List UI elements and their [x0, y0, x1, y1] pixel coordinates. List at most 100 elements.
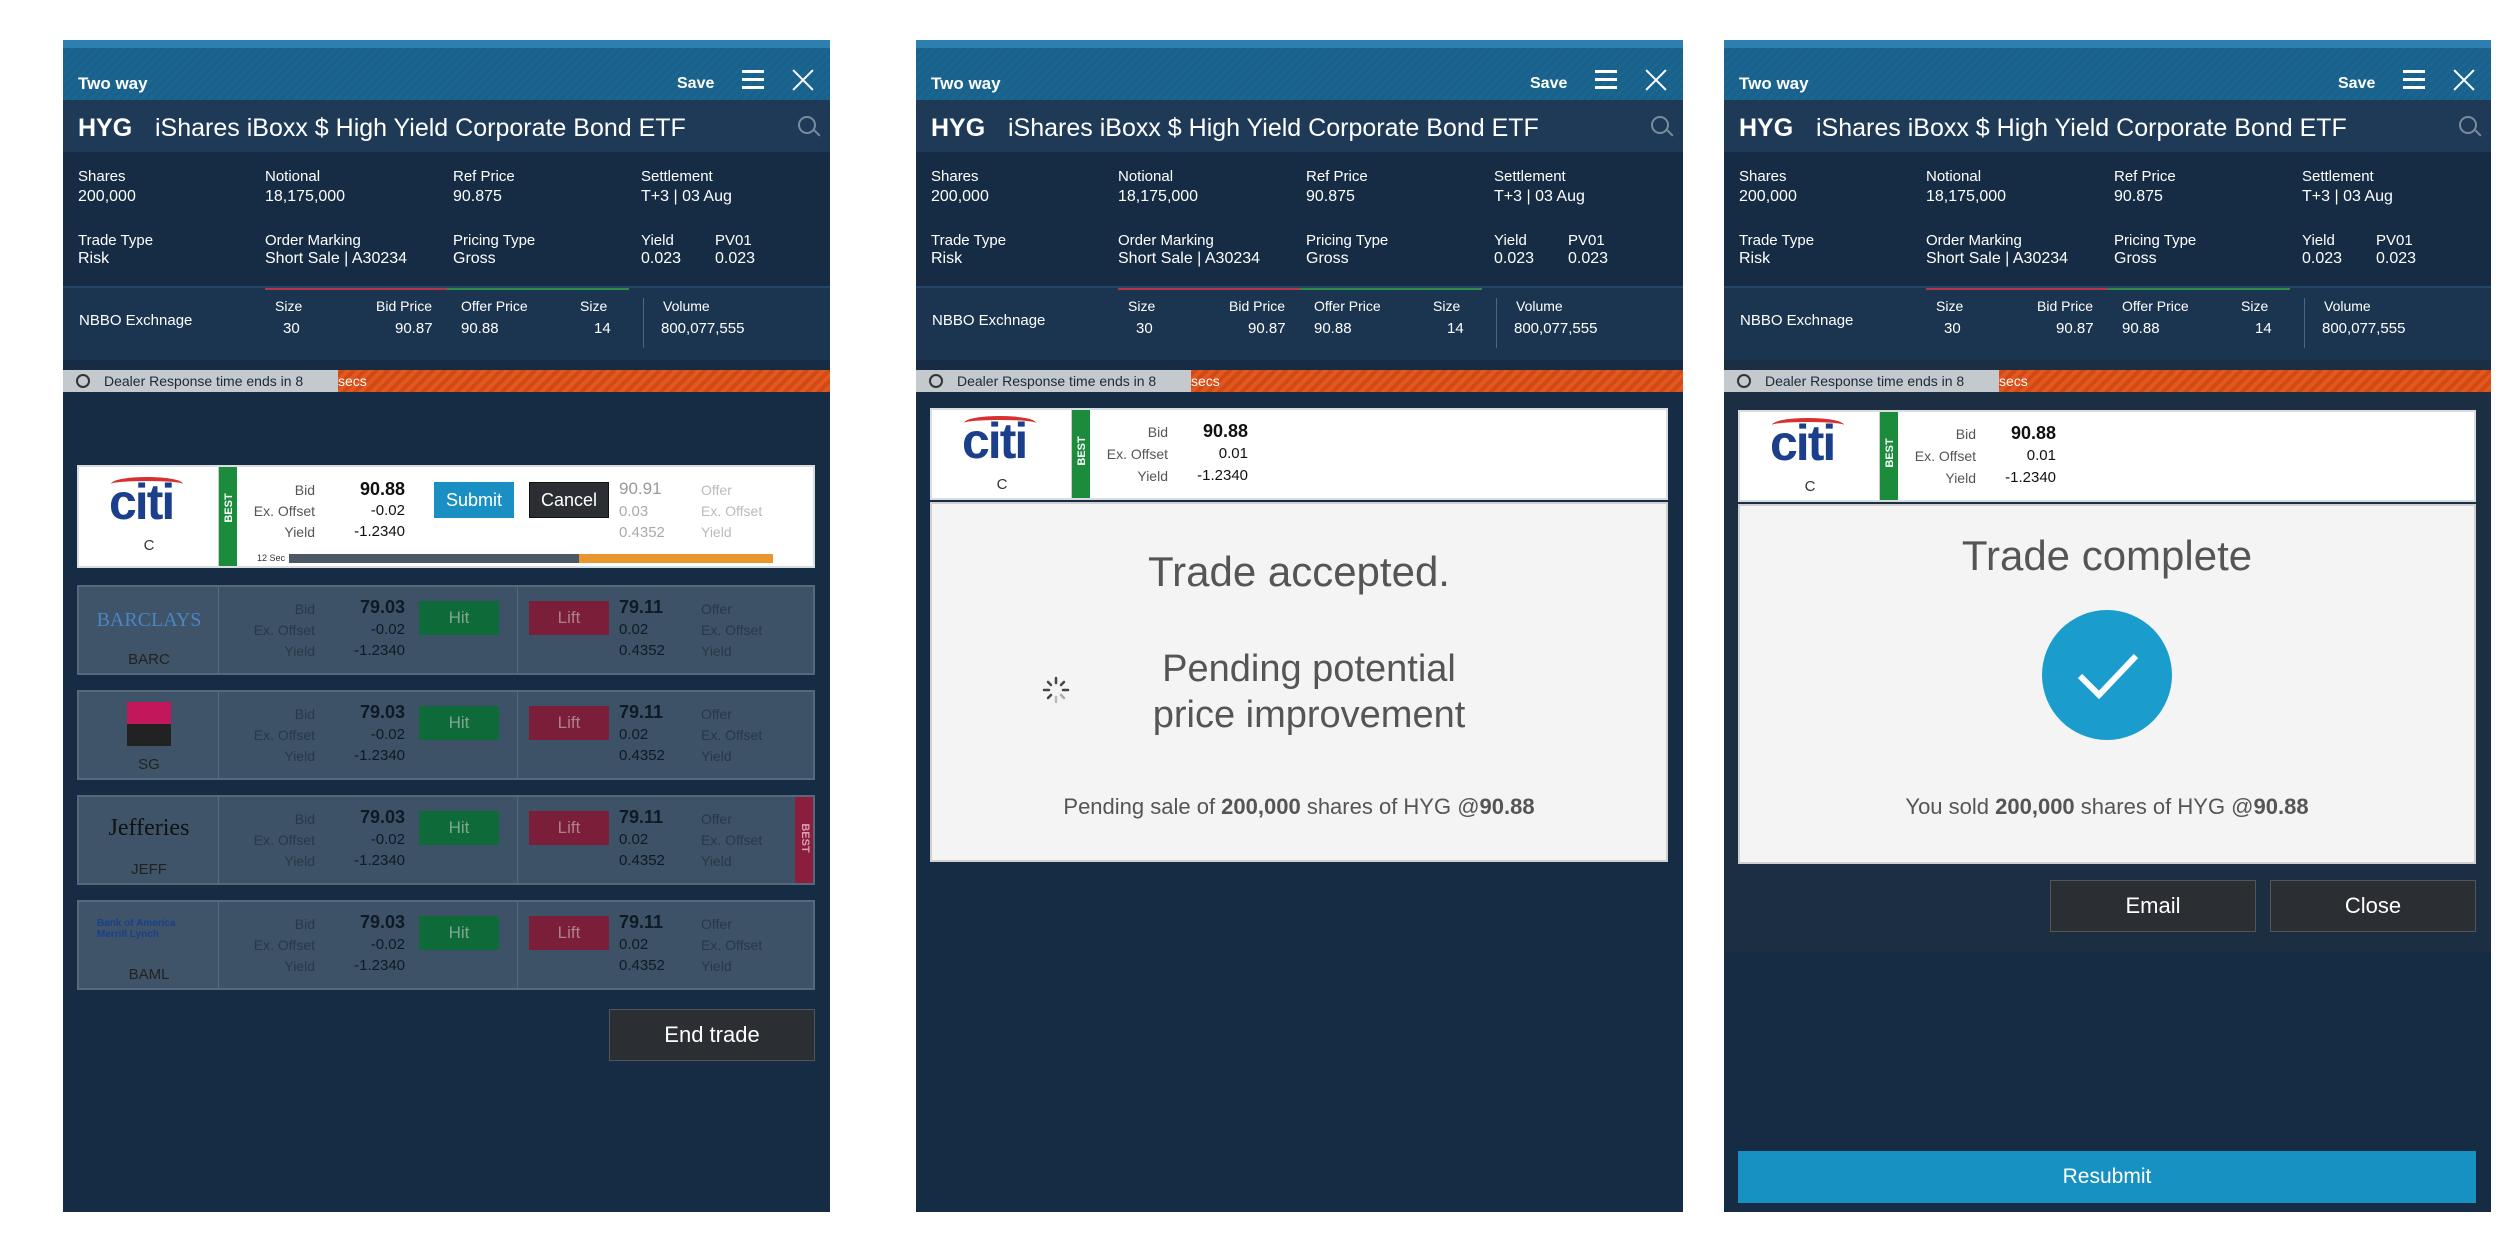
pending-line-2: price improvement [1152, 694, 1466, 736]
lift-button[interactable]: Lift [529, 916, 609, 950]
security-name: iShares iBoxx $ High Yield Corporate Bon… [1008, 114, 1539, 142]
best-badge: BEST [1880, 412, 1898, 500]
offer-label: Offer [701, 482, 732, 498]
close-icon[interactable] [1644, 68, 1668, 92]
close-icon[interactable] [791, 68, 815, 92]
timer-secs: secs [1191, 373, 1220, 389]
search-icon[interactable] [798, 116, 816, 134]
nbbo-bid-label: Bid Price [376, 298, 433, 314]
shares-value: 200,000 [931, 188, 989, 205]
trade-type-value: Risk [1739, 250, 1771, 267]
search-icon[interactable] [2459, 116, 2477, 134]
end-trade-button[interactable]: End trade [609, 1009, 815, 1061]
settlement-label: Settlement [1494, 168, 1566, 185]
trade-type-value: Risk [931, 250, 963, 267]
panel-title: Two way [1739, 74, 1809, 93]
dealer-code: BAML [128, 966, 170, 983]
bid-label: Bid [294, 601, 315, 617]
dealer-offset: -0.02 [370, 621, 405, 638]
dealer-offer-offset: 0.02 [619, 621, 649, 638]
checkmark-icon [2042, 610, 2172, 740]
hit-button[interactable]: Hit [419, 706, 499, 740]
order-marking-label: Order Marking [1926, 232, 2022, 249]
nbbo-bid-size-label: Size [1128, 298, 1156, 314]
offer-offset-label: Ex. Offset [701, 832, 763, 848]
offer-offset-label: Ex. Offset [701, 503, 763, 519]
hit-button[interactable]: Hit [419, 916, 499, 950]
dealer-quote-row: SG Bid Ex. Offset Yield 79.03 -0.02 -1.2340 Hit… [77, 690, 815, 780]
email-button[interactable]: Email [2050, 880, 2256, 932]
clock-icon [76, 374, 90, 388]
menu-icon[interactable] [1595, 70, 1617, 90]
trade-accepted-title: Trade accepted. [1148, 548, 1450, 595]
close-button[interactable]: Close [2270, 880, 2476, 932]
dealer-offset: -0.02 [370, 831, 405, 848]
pending-improvement-text: Pending potential price improvement [932, 646, 1666, 738]
ref-price-value: 90.875 [2114, 188, 2163, 205]
save-button[interactable]: Save [1530, 75, 1567, 93]
dealer-offset: -0.02 [370, 936, 405, 953]
dealer-offer-yield: 0.4352 [619, 852, 665, 869]
complete-bid: 90.88 [2010, 423, 2056, 443]
trade-info: Shares 200,000 Notional 18,175,000 Ref P… [916, 152, 1683, 286]
nbbo-offer: 90.88 [461, 320, 499, 337]
nbbo-offer-size-label: Size [580, 298, 608, 314]
pricing-type-value: Gross [2114, 250, 2157, 267]
pricing-type-label: Pricing Type [453, 232, 536, 249]
lift-button[interactable]: Lift [529, 706, 609, 740]
lift-button[interactable]: Lift [529, 811, 609, 845]
offer-label: Offer [701, 706, 732, 722]
yield-label: Yield [284, 748, 315, 764]
settlement-label: Settlement [2302, 168, 2374, 185]
menu-icon[interactable] [2403, 70, 2425, 90]
pv01-label: PV01 [1568, 232, 1605, 249]
jefferies-logo: Jefferies [108, 815, 190, 841]
citi-logo: citi C [79, 467, 219, 566]
bid-label: Bid [1147, 424, 1168, 440]
menu-icon[interactable] [742, 70, 764, 90]
citi-code: C [143, 537, 155, 554]
nbbo-offer-size: 14 [2255, 320, 2272, 337]
close-icon[interactable] [2452, 68, 2476, 92]
dealer-bid: 79.03 [359, 597, 405, 617]
hit-button[interactable]: Hit [419, 811, 499, 845]
nbbo-volume: 800,077,555 [2322, 320, 2406, 337]
dealer-bid: 79.03 [359, 702, 405, 722]
barclays-logo: BARCLAYS [96, 609, 202, 631]
bid-label: Bid [294, 482, 315, 498]
offer-offset-label: Ex. Offset [701, 727, 763, 743]
submit-button[interactable]: Submit [434, 482, 514, 518]
shares-value: 200,000 [78, 188, 136, 205]
trade-type-label: Trade Type [931, 232, 1007, 249]
nbbo-volume: 800,077,555 [1514, 320, 1598, 337]
panel-header: Two way Save [1724, 40, 2491, 100]
offset-label: Ex. Offset [253, 503, 315, 519]
save-button[interactable]: Save [677, 75, 714, 93]
lift-button[interactable]: Lift [529, 601, 609, 635]
yield-label: Yield [1137, 468, 1168, 484]
cancel-button[interactable]: Cancel [529, 482, 609, 518]
save-button[interactable]: Save [2338, 75, 2375, 93]
hit-button[interactable]: Hit [419, 601, 499, 635]
trade-panel-accepted: Two way Save HYG iShares iBoxx $ High Yi… [916, 40, 1683, 1212]
timer-secs: secs [338, 373, 367, 389]
nbbo-bid-size: 30 [1944, 320, 1961, 337]
nbbo-offer-label: Offer Price [2122, 298, 2189, 314]
bid-label: Bid [294, 916, 315, 932]
resubmit-button[interactable]: Resubmit [1738, 1151, 2476, 1203]
trade-panel-complete: Two way Save HYG iShares iBoxx $ High Yi… [1724, 40, 2491, 1212]
nbbo-offer-size-label: Size [1433, 298, 1461, 314]
clock-icon [929, 374, 943, 388]
nbbo-offer-size: 14 [1447, 320, 1464, 337]
nbbo-bid-size-label: Size [275, 298, 303, 314]
nbbo-bid: 90.87 [1248, 320, 1286, 337]
settlement-value: T+3 | 03 Aug [2302, 188, 2393, 205]
nbbo-label: NBBO Exchnage [79, 312, 193, 329]
yield-value: 0.023 [2302, 250, 2343, 267]
offset-label: Ex. Offset [253, 622, 315, 638]
nbbo-offer-size: 14 [594, 320, 611, 337]
settlement-value: T+3 | 03 Aug [1494, 188, 1585, 205]
panel-title: Two way [931, 74, 1001, 93]
citi-offer-yield: 0.4352 [619, 524, 665, 541]
search-icon[interactable] [1651, 116, 1669, 134]
